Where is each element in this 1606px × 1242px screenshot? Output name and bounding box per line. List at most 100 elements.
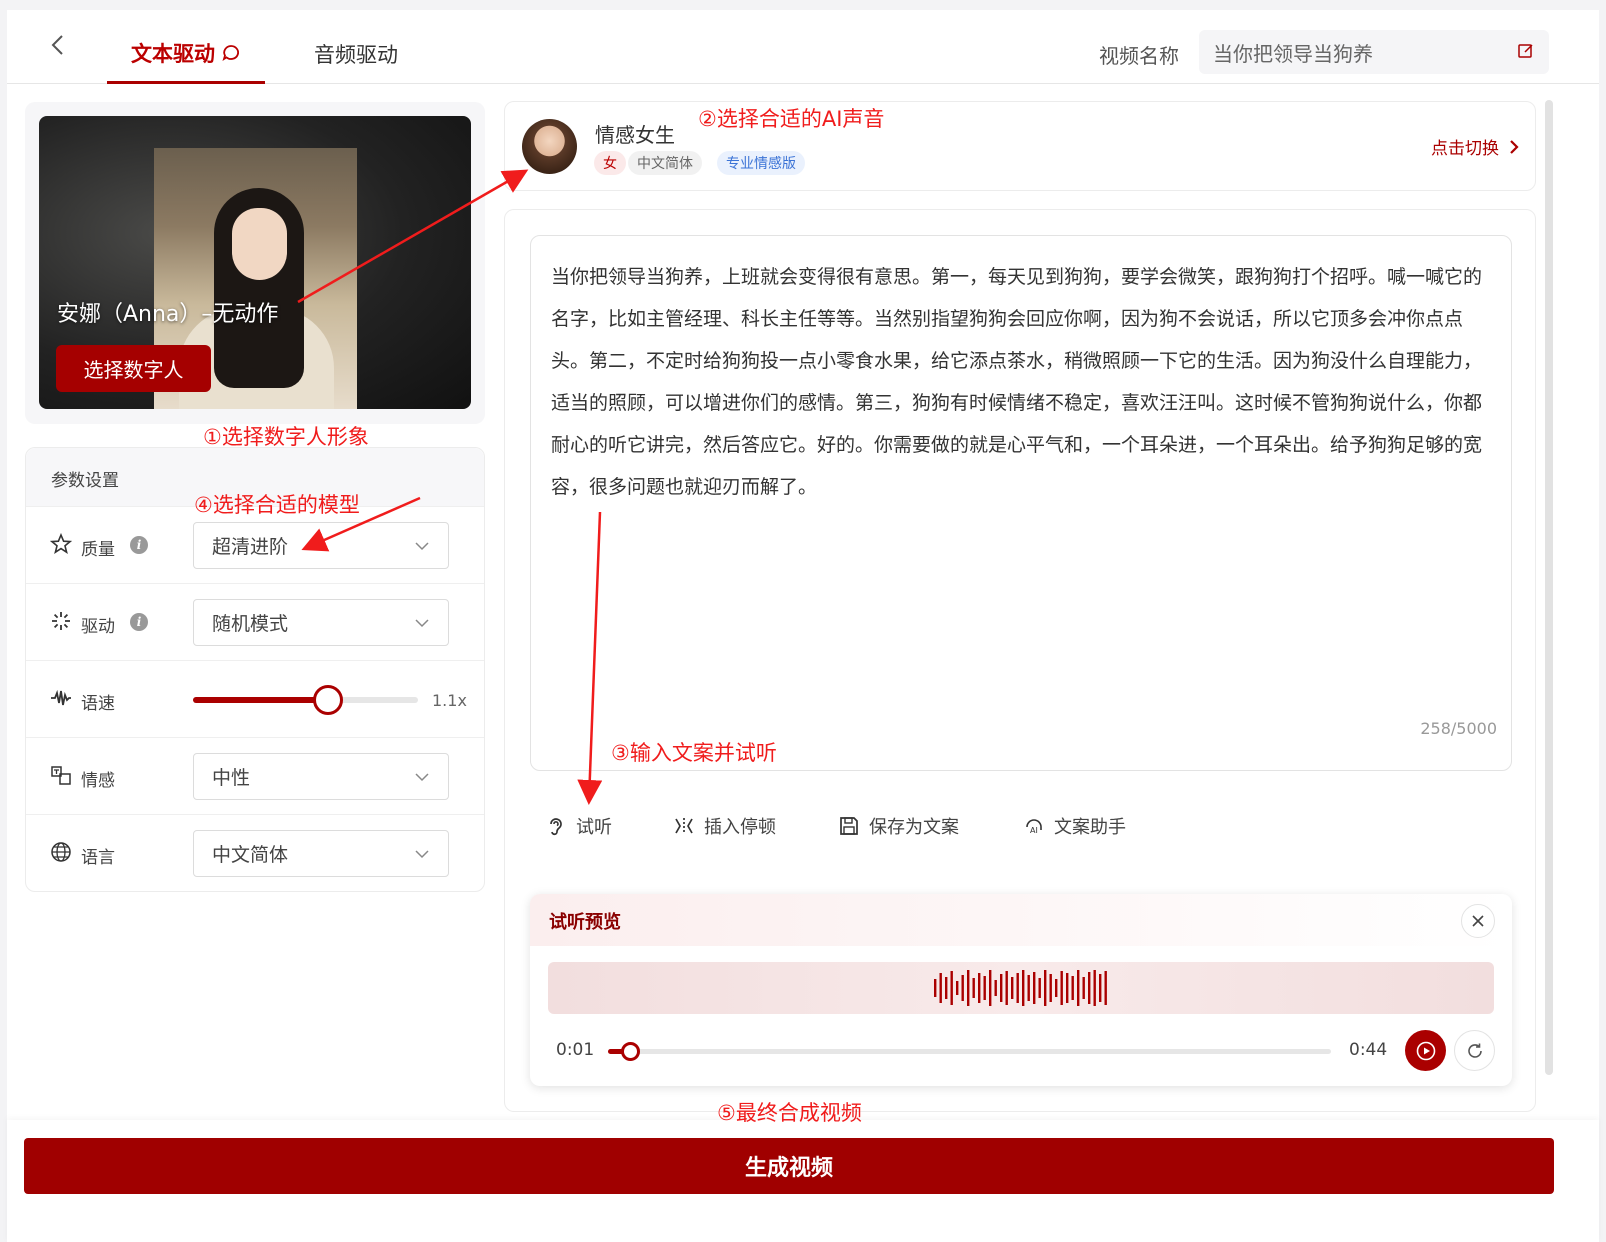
quality-value: 超清进阶 [212, 536, 289, 558]
quality-select[interactable]: 超清进阶 [193, 522, 449, 569]
voice-tag-edition: 专业情感版 [717, 151, 805, 175]
listen-label: 试听 [576, 817, 612, 838]
voice-tag-language: 中文简体 [628, 151, 702, 175]
waveform-bar [1033, 972, 1036, 1004]
waveform-bar [1016, 973, 1019, 1003]
ai-assistant-icon: AI [1026, 819, 1042, 835]
waveform-bar [1005, 971, 1008, 1005]
emotion-label: 情感 [81, 771, 115, 791]
voice-tag-gender: 女 [594, 151, 626, 175]
scrollbar[interactable] [1545, 100, 1553, 1075]
waveform-bar [956, 981, 959, 995]
editor-card: 当你把领导当狗养，上班就会变得很有意思。第一，每天见到狗狗，要学会微笑，跟狗狗打… [504, 209, 1536, 1112]
waveform-bar [1082, 977, 1085, 999]
ear-icon [550, 818, 562, 836]
chat-bubble-icon [222, 44, 239, 61]
tab-audio-drive-label: 音频驱动 [314, 43, 398, 67]
edit-icon[interactable] [1517, 42, 1535, 60]
video-name-value: 当你把领导当狗养 [1213, 41, 1373, 66]
waveform-bar [1099, 974, 1102, 1002]
insert-pause-button[interactable]: 插入停顿 [673, 811, 776, 841]
script-assistant-button[interactable]: AI 文案助手 [1023, 811, 1126, 841]
preview-header [530, 894, 1512, 946]
preview-title: 试听预览 [549, 912, 621, 933]
close-preview-button[interactable] [1461, 904, 1495, 938]
switch-voice-label: 点击切换 [1431, 139, 1499, 159]
language-select[interactable]: 中文简体 [193, 830, 449, 877]
info-icon[interactable]: i [130, 613, 148, 631]
waveform-bar [1027, 975, 1030, 1001]
script-textarea[interactable]: 当你把领导当狗养，上班就会变得很有意思。第一，每天见到狗狗，要学会微笑，跟狗狗打… [530, 235, 1512, 771]
avatar-preview-image: 安娜（Anna）–无动作 选择数字人 [39, 116, 471, 409]
preview-panel: 试听预览 0:01 0:44 [530, 894, 1512, 1086]
waveform-bar [967, 970, 970, 1006]
quality-label: 质量 [81, 540, 115, 560]
language-label: 语言 [81, 848, 115, 868]
waveform-bar [1011, 977, 1014, 999]
waveform-bar [1022, 970, 1025, 1006]
chevron-down-icon [415, 773, 429, 782]
waveform-bar [939, 973, 942, 1003]
speed-slider[interactable] [193, 685, 418, 715]
voice-avatar [522, 119, 577, 174]
drive-select[interactable]: 随机模式 [193, 599, 449, 646]
refresh-icon [1467, 1043, 1482, 1058]
generate-video-button[interactable]: 生成视频 [24, 1138, 1554, 1194]
insert-pause-label: 插入停顿 [704, 817, 776, 838]
footer: 生成视频 [7, 1120, 1599, 1242]
save-script-label: 保存为文案 [869, 817, 959, 838]
save-icon [840, 817, 858, 835]
waveform-bar [989, 970, 992, 1006]
waveform-bar [1066, 973, 1069, 1003]
annotation-step4: ④选择合适的模型 [194, 493, 360, 517]
photo-face [232, 208, 287, 280]
waveform-bar [983, 976, 986, 1000]
waveform-bar [1093, 970, 1096, 1006]
app-window: 文本驱动 音频驱动 视频名称 当你把领导当狗养 安娜（Anna）–无动作 选择数… [7, 10, 1599, 1242]
params-title: 参数设置 [51, 471, 119, 491]
tab-text-drive[interactable]: 文本驱动 [107, 24, 265, 84]
annotation-step2: ②选择合适的AI声音 [698, 107, 885, 131]
replay-button[interactable] [1454, 1030, 1495, 1071]
waveform-bar [1044, 970, 1047, 1006]
drive-value: 随机模式 [212, 613, 289, 635]
annotation-step1: ①选择数字人形象 [203, 425, 369, 449]
listen-button[interactable]: 试听 [545, 811, 612, 841]
emotion-select[interactable]: 中性 [193, 753, 449, 800]
translate-icon [51, 766, 71, 785]
info-icon[interactable]: i [130, 536, 148, 554]
sparkle-icon [52, 612, 70, 630]
voice-card: 情感女生 女 中文简体 专业情感版 点击切换 [504, 101, 1536, 191]
speed-slider-thumb[interactable] [313, 685, 343, 715]
param-row-emotion: 情感 中性 [26, 737, 484, 814]
save-script-button[interactable]: 保存为文案 [838, 811, 959, 841]
chevron-down-icon [415, 850, 429, 859]
video-name-input[interactable]: 当你把领导当狗养 [1199, 30, 1549, 74]
playback-progress-thumb[interactable] [620, 1042, 640, 1061]
speed-label: 语速 [81, 694, 115, 714]
param-row-drive: 驱动 i 随机模式 [26, 583, 484, 660]
avatar-name: 安娜（Anna）–无动作 [57, 302, 279, 327]
svg-text:AI: AI [1030, 826, 1038, 835]
language-value: 中文简体 [212, 844, 289, 866]
tab-audio-drive[interactable]: 音频驱动 [297, 24, 415, 84]
back-button[interactable] [43, 30, 73, 60]
tab-text-drive-label: 文本驱动 [131, 41, 215, 66]
script-assistant-label: 文案助手 [1054, 817, 1126, 838]
waveform-bar [1088, 972, 1091, 1004]
emotion-value: 中性 [212, 767, 251, 789]
voice-name: 情感女生 [595, 123, 675, 147]
current-time: 0:01 [556, 1040, 595, 1060]
close-icon [1472, 915, 1484, 927]
select-avatar-button[interactable]: 选择数字人 [56, 345, 211, 392]
globe-icon [51, 842, 71, 862]
video-name-label: 视频名称 [1099, 44, 1179, 68]
waveform-icon [51, 689, 71, 706]
waveform-bar [1104, 971, 1107, 1005]
switch-voice-button[interactable]: 点击切换 [1431, 134, 1521, 159]
play-button[interactable] [1405, 1030, 1446, 1071]
annotation-step5: ⑤最终合成视频 [717, 1101, 862, 1125]
speed-slider-fill [193, 697, 328, 703]
avatar-card: 安娜（Anna）–无动作 选择数字人 [25, 102, 485, 424]
playback-progress[interactable] [608, 1042, 1331, 1061]
